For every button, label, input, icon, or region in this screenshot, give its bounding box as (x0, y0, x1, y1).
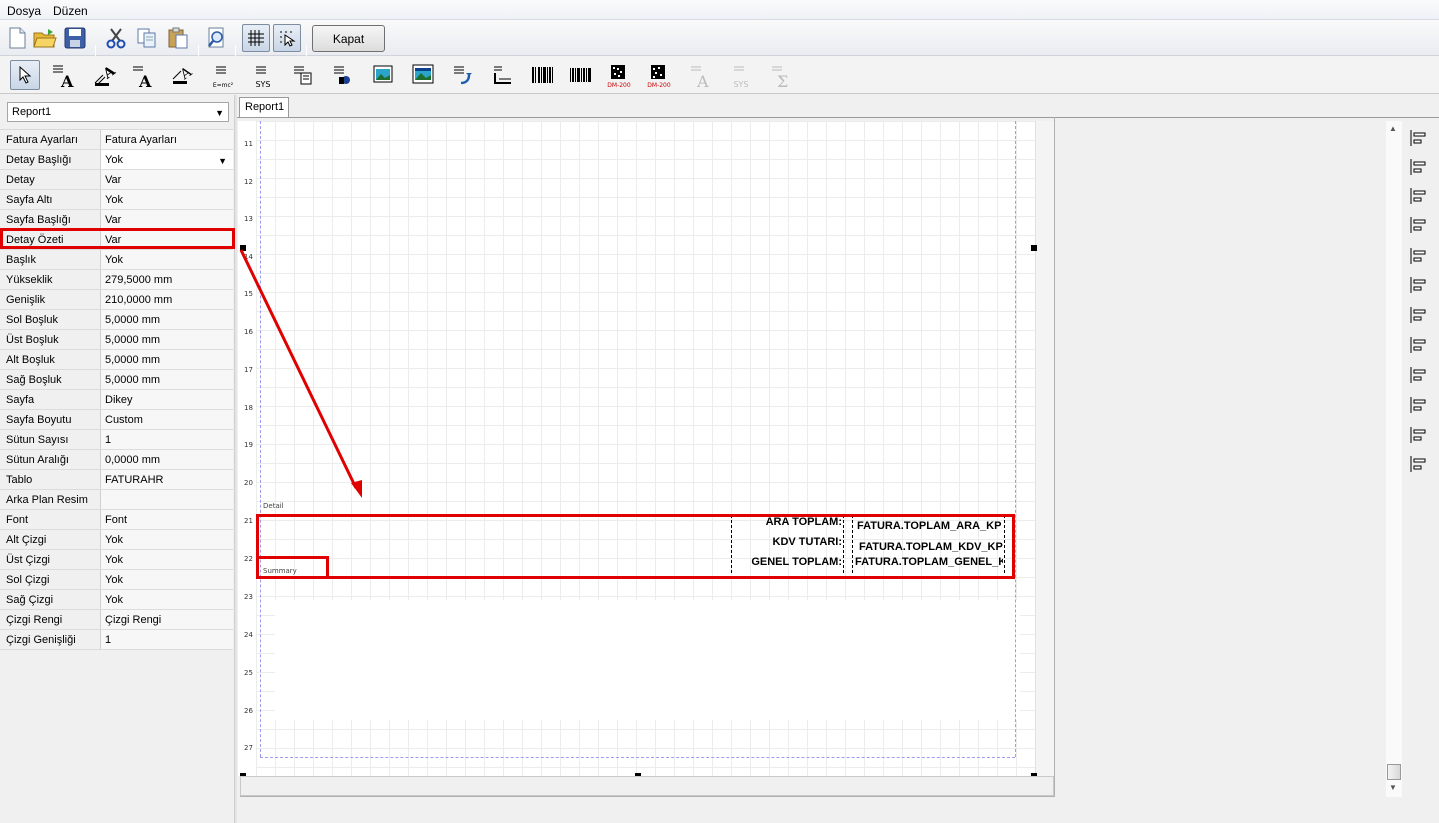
space-vertical-icon[interactable] (1406, 452, 1430, 476)
align-vcenter-icon[interactable] (1406, 333, 1430, 357)
space-horizontal-icon[interactable] (1406, 273, 1430, 297)
align-width-icon[interactable] (1406, 184, 1430, 208)
annotation-arrow (239, 249, 362, 498)
move-left-icon[interactable] (1406, 393, 1430, 417)
align-hcenter-icon[interactable] (1406, 155, 1430, 179)
align-height-icon[interactable] (1406, 363, 1430, 387)
align-right-icon[interactable] (1406, 244, 1430, 268)
align-bottom-icon[interactable] (1406, 303, 1430, 327)
align-left-icon[interactable] (1406, 126, 1430, 150)
move-down-icon[interactable] (1406, 423, 1430, 447)
align-top-icon[interactable] (1406, 213, 1430, 237)
